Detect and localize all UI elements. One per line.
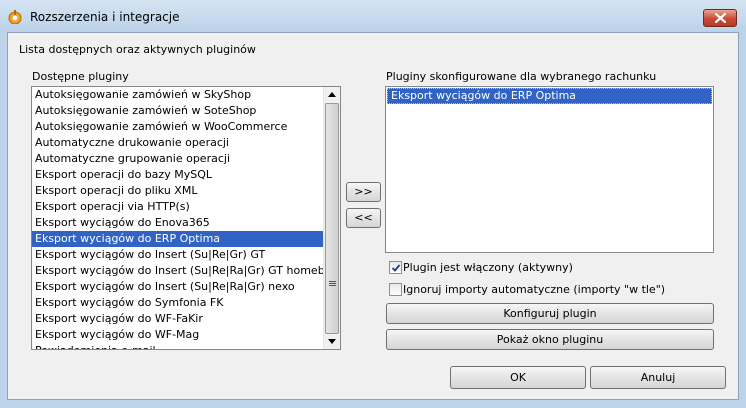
grip-icon bbox=[329, 281, 336, 286]
available-plugin-item[interactable]: Autoksięgowanie zamówień w SoteShop bbox=[32, 103, 323, 119]
cancel-button[interactable]: Anuluj bbox=[590, 366, 726, 389]
available-plugin-item[interactable]: Eksport wyciągów do Insert (Su|Re|Ra|Gr)… bbox=[32, 279, 323, 295]
plugin-enabled-checkbox[interactable] bbox=[389, 261, 402, 274]
ignore-imports-label[interactable]: Ignoruj importy automatyczne (importy "w… bbox=[403, 283, 665, 296]
available-plugin-item[interactable]: Powiadomienia e-mail bbox=[32, 343, 323, 349]
available-plugin-item[interactable]: Eksport wyciągów do WF-Mag bbox=[32, 327, 323, 343]
scroll-up-icon[interactable] bbox=[324, 87, 340, 103]
scroll-down-icon[interactable] bbox=[324, 333, 340, 349]
configured-plugins-list[interactable]: Eksport wyciągów do ERP Optima bbox=[385, 86, 714, 253]
plugin-enabled-label[interactable]: Plugin jest włączony (aktywny) bbox=[403, 261, 573, 274]
app-logo-icon bbox=[8, 10, 22, 24]
dialog-description: Lista dostępnych oraz aktywnych pluginów bbox=[19, 43, 256, 56]
configured-plugins-label: Pluginy skonfigurowane dla wybranego rac… bbox=[386, 70, 657, 83]
available-plugin-item[interactable]: Eksport operacji do pliku XML bbox=[32, 183, 323, 199]
available-plugin-item[interactable]: Eksport operacji via HTTP(s) bbox=[32, 199, 323, 215]
available-plugin-item[interactable]: Automatyczne grupowanie operacji bbox=[32, 151, 323, 167]
configured-plugin-item[interactable]: Eksport wyciągów do ERP Optima bbox=[387, 88, 712, 104]
available-plugin-item[interactable]: Eksport wyciągów do WF-FaKir bbox=[32, 311, 323, 327]
remove-plugin-button[interactable]: << bbox=[346, 208, 381, 228]
available-plugin-item[interactable]: Eksport wyciągów do Insert (Su|Re|Ra|Gr)… bbox=[32, 263, 323, 279]
checkmark-icon bbox=[391, 264, 401, 272]
show-plugin-window-button[interactable]: Pokaż okno pluginu bbox=[386, 329, 714, 350]
ok-button[interactable]: OK bbox=[450, 366, 586, 389]
window-title: Rozszerzenia i integracje bbox=[30, 10, 180, 24]
available-plugin-item[interactable]: Eksport wyciągów do Insert (Su|Re|Gr) GT bbox=[32, 247, 323, 263]
available-plugin-item[interactable]: Automatyczne drukowanie operacji bbox=[32, 135, 323, 151]
close-button[interactable] bbox=[703, 9, 737, 27]
available-plugins-list[interactable]: Autoksięgowanie zamówień w SkyShop Autoks… bbox=[31, 86, 341, 350]
available-plugins-label: Dostępne pluginy bbox=[32, 70, 129, 83]
title-bar: Rozszerzenia i integracje bbox=[0, 0, 746, 32]
ignore-imports-checkbox[interactable] bbox=[389, 283, 402, 296]
scroll-thumb[interactable] bbox=[325, 103, 339, 334]
available-plugin-item[interactable]: Autoksięgowanie zamówień w WooCommerce bbox=[32, 119, 323, 135]
available-plugin-item[interactable]: Eksport wyciągów do Symfonia FK bbox=[32, 295, 323, 311]
available-plugin-item[interactable]: Eksport operacji do bazy MySQL bbox=[32, 167, 323, 183]
available-list-scrollbar[interactable] bbox=[323, 87, 340, 349]
available-plugin-item[interactable]: Autoksięgowanie zamówień w SkyShop bbox=[32, 87, 323, 103]
available-plugin-item[interactable]: Eksport wyciągów do ERP Optima bbox=[32, 231, 323, 247]
available-plugin-item[interactable]: Eksport wyciągów do Enova365 bbox=[32, 215, 323, 231]
add-plugin-button[interactable]: >> bbox=[346, 182, 381, 202]
configure-plugin-button[interactable]: Konfiguruj plugin bbox=[386, 303, 714, 324]
close-icon bbox=[715, 13, 726, 23]
